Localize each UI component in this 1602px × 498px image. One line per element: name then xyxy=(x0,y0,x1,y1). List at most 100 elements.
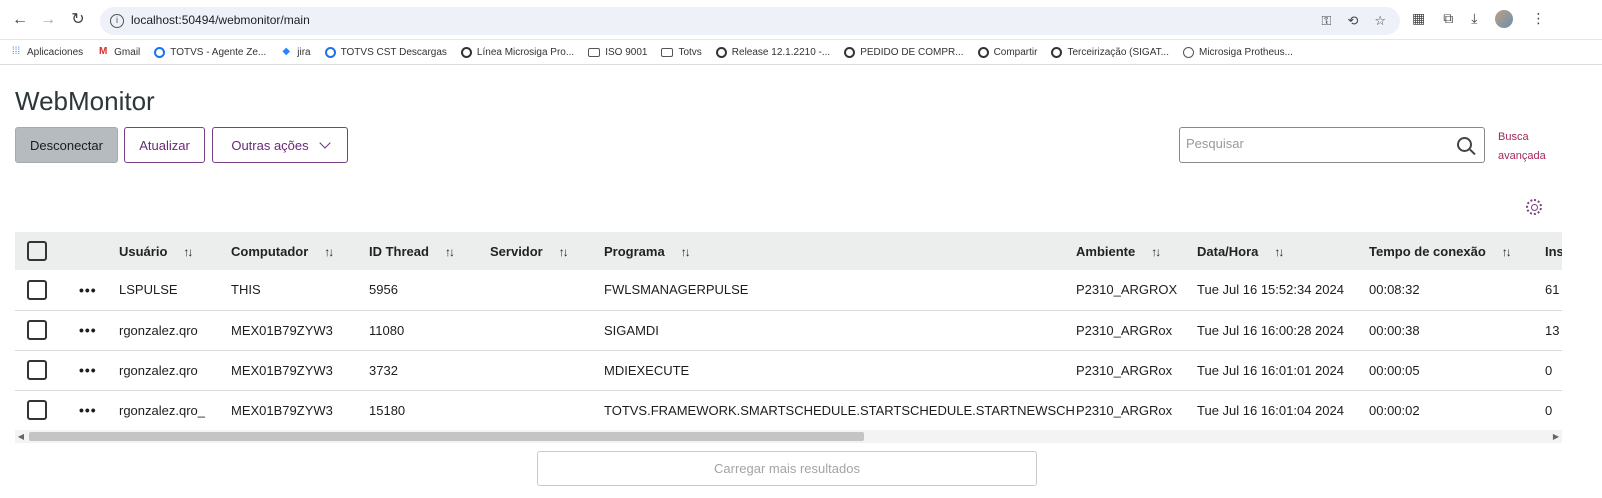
advanced-search-link[interactable]: Busca avançada xyxy=(1498,128,1558,166)
horizontal-scrollbar[interactable]: ◀ ▶ xyxy=(15,430,1562,443)
cell-datetime: Tue Jul 16 16:01:01 2024 xyxy=(1197,350,1369,391)
column-header-thread[interactable]: ID Thread ↑↓ xyxy=(369,232,490,270)
bookmark-label: TOTVS - Agente Ze... xyxy=(170,46,267,58)
site-info-icon[interactable]: i xyxy=(110,14,124,28)
bookmark-label: Aplicaciones xyxy=(27,46,84,58)
row-actions-icon[interactable]: ••• xyxy=(79,322,97,338)
sort-icon[interactable]: ↑↓ xyxy=(1502,245,1512,259)
column-header-user[interactable]: Usuário ↑↓ xyxy=(119,232,231,270)
select-all-checkbox[interactable] xyxy=(27,241,47,261)
cell-connection-time: 00:08:32 xyxy=(1369,270,1545,311)
settings-gear-icon[interactable] xyxy=(1526,199,1542,215)
folder-icon xyxy=(661,47,674,57)
sort-icon[interactable]: ↑↓ xyxy=(681,245,691,259)
cell-environment: P2310_ARGRox xyxy=(1076,350,1197,391)
bookmark-item[interactable]: M Gmail xyxy=(97,46,140,58)
row-checkbox[interactable] xyxy=(27,360,47,380)
back-arrow-icon[interactable]: ← xyxy=(10,10,30,30)
bookmark-label: jira xyxy=(297,46,311,58)
url-text: localhost:50494/webmonitor/main xyxy=(131,13,310,27)
cell-datetime: Tue Jul 16 16:00:28 2024 xyxy=(1197,310,1369,351)
chevron-down-icon xyxy=(318,137,331,149)
cell-server xyxy=(490,350,604,391)
translate-icon[interactable]: ⟲ xyxy=(1347,13,1358,29)
download-icon[interactable]: ⤓ xyxy=(1471,10,1477,28)
page-title: WebMonitor xyxy=(15,86,155,116)
scrollbar-thumb[interactable] xyxy=(29,432,864,441)
cell-user: rgonzalez.qro_ xyxy=(119,402,205,418)
sort-icon[interactable]: ↑↓ xyxy=(324,245,334,259)
cell-program: TOTVS.FRAMEWORK.SMARTSCHEDULE.STARTSCHED… xyxy=(604,402,1076,418)
bookmark-item[interactable]: Totvs xyxy=(661,47,702,58)
site-icon xyxy=(324,46,336,58)
table-header-row: Usuário ↑↓ Computador ↑↓ ID Thread ↑↓ Servi… xyxy=(15,232,1562,270)
search-input[interactable] xyxy=(1186,136,1436,151)
column-header-environment[interactable]: Ambiente ↑↓ xyxy=(1076,232,1197,270)
cell-server xyxy=(490,310,604,351)
table-row[interactable]: ••• rgonzalez.qro MEX01B79ZYW3 3732 MDIE… xyxy=(15,350,1562,391)
site-icon xyxy=(977,46,989,58)
bookmark-item[interactable]: PEDIDO DE COMPR... xyxy=(844,46,964,58)
advanced-search-line1: Busca xyxy=(1498,131,1529,143)
column-header-program[interactable]: Programa ↑↓ xyxy=(604,232,1076,270)
scroll-left-icon[interactable]: ◀ xyxy=(15,430,27,443)
bookmark-item[interactable]: Línea Microsiga Pro... xyxy=(460,46,575,58)
table-row[interactable]: ••• rgonzalez.qro_ MEX01B79ZYW3 15180 TO… xyxy=(15,390,1562,430)
menu-kebab-icon[interactable]: ⋮ xyxy=(1531,10,1545,28)
row-checkbox[interactable] xyxy=(27,279,47,300)
column-header-ins[interactable]: Ins xyxy=(1545,232,1562,270)
column-header-datetime[interactable]: Data/Hora ↑↓ xyxy=(1197,232,1369,270)
row-actions-icon[interactable]: ••• xyxy=(79,282,97,298)
cell-connection-time: 00:00:05 xyxy=(1369,350,1545,391)
other-actions-label: Outras ações xyxy=(231,137,309,153)
key-icon[interactable]: ⚿ xyxy=(1322,13,1332,29)
bookmark-item[interactable]: ◆ jira xyxy=(280,46,310,58)
forward-arrow-icon[interactable]: → xyxy=(38,10,58,30)
star-icon[interactable]: ☆ xyxy=(1374,13,1386,29)
bookmark-item[interactable]: ⁞⁞⁞ Aplicaciones xyxy=(10,46,83,58)
reload-icon[interactable]: ↻ xyxy=(68,10,88,30)
cell-computer: THIS xyxy=(231,270,369,311)
extensions-icon[interactable]: ⧉ xyxy=(1443,10,1453,28)
bookmark-item[interactable]: TOTVS - Agente Ze... xyxy=(154,46,267,58)
bookmark-item[interactable]: Release 12.1.2210 -... xyxy=(715,46,831,58)
column-header-computer[interactable]: Computador ↑↓ xyxy=(231,232,369,270)
cell-ins: 13 xyxy=(1545,310,1562,351)
sort-icon[interactable]: ↑↓ xyxy=(1274,245,1284,259)
bookmark-label: Release 12.1.2210 -... xyxy=(731,46,831,58)
row-checkbox[interactable] xyxy=(27,320,47,340)
qr-code-icon[interactable]: ▦ xyxy=(1412,10,1425,28)
sort-icon[interactable]: ↑↓ xyxy=(445,245,455,259)
cell-ins: 0 xyxy=(1545,402,1553,418)
cell-computer: MEX01B79ZYW3 xyxy=(231,350,369,391)
sort-icon[interactable]: ↑↓ xyxy=(1151,245,1161,259)
scroll-right-icon[interactable]: ▶ xyxy=(1550,430,1562,443)
cell-server xyxy=(490,270,604,311)
refresh-button[interactable]: Atualizar xyxy=(124,127,205,163)
bookmark-label: Línea Microsiga Pro... xyxy=(476,46,575,58)
profile-avatar[interactable] xyxy=(1495,10,1514,28)
search-icon[interactable] xyxy=(1457,137,1472,152)
table-row[interactable]: ••• LSPULSE THIS 5956 FWLSMANAGERPULSE P… xyxy=(15,270,1562,311)
column-header-server[interactable]: Servidor ↑↓ xyxy=(490,232,604,270)
cell-thread: 3732 xyxy=(369,350,490,391)
column-header-connection-time[interactable]: Tempo de conexão ↑↓ xyxy=(1369,232,1545,270)
load-more-button[interactable]: Carregar mais resultados xyxy=(537,451,1037,486)
other-actions-dropdown[interactable]: Outras ações xyxy=(212,127,348,163)
bookmark-item[interactable]: ISO 9001 xyxy=(588,47,647,58)
address-bar[interactable]: i localhost:50494/webmonitor/main ⚿ ⟲ ☆ xyxy=(100,7,1400,35)
sort-icon[interactable]: ↑↓ xyxy=(559,245,569,259)
disconnect-button[interactable]: Desconectar xyxy=(15,127,118,163)
bookmark-item[interactable]: Compartir xyxy=(977,46,1037,58)
sort-icon[interactable]: ↑↓ xyxy=(183,245,193,259)
cell-user: rgonzalez.qro xyxy=(119,310,231,351)
bookmark-label: Microsiga Protheus... xyxy=(1198,46,1293,58)
table-row[interactable]: ••• rgonzalez.qro MEX01B79ZYW3 11080 SIG… xyxy=(15,310,1562,351)
globe-icon xyxy=(1182,46,1194,58)
row-actions-icon[interactable]: ••• xyxy=(79,362,97,378)
row-checkbox[interactable] xyxy=(27,400,47,421)
bookmark-item[interactable]: Terceirização (SIGAT... xyxy=(1051,46,1169,58)
bookmark-item[interactable]: Microsiga Protheus... xyxy=(1182,46,1293,58)
row-actions-icon[interactable]: ••• xyxy=(79,402,97,418)
bookmark-item[interactable]: TOTVS CST Descargas xyxy=(324,46,447,58)
